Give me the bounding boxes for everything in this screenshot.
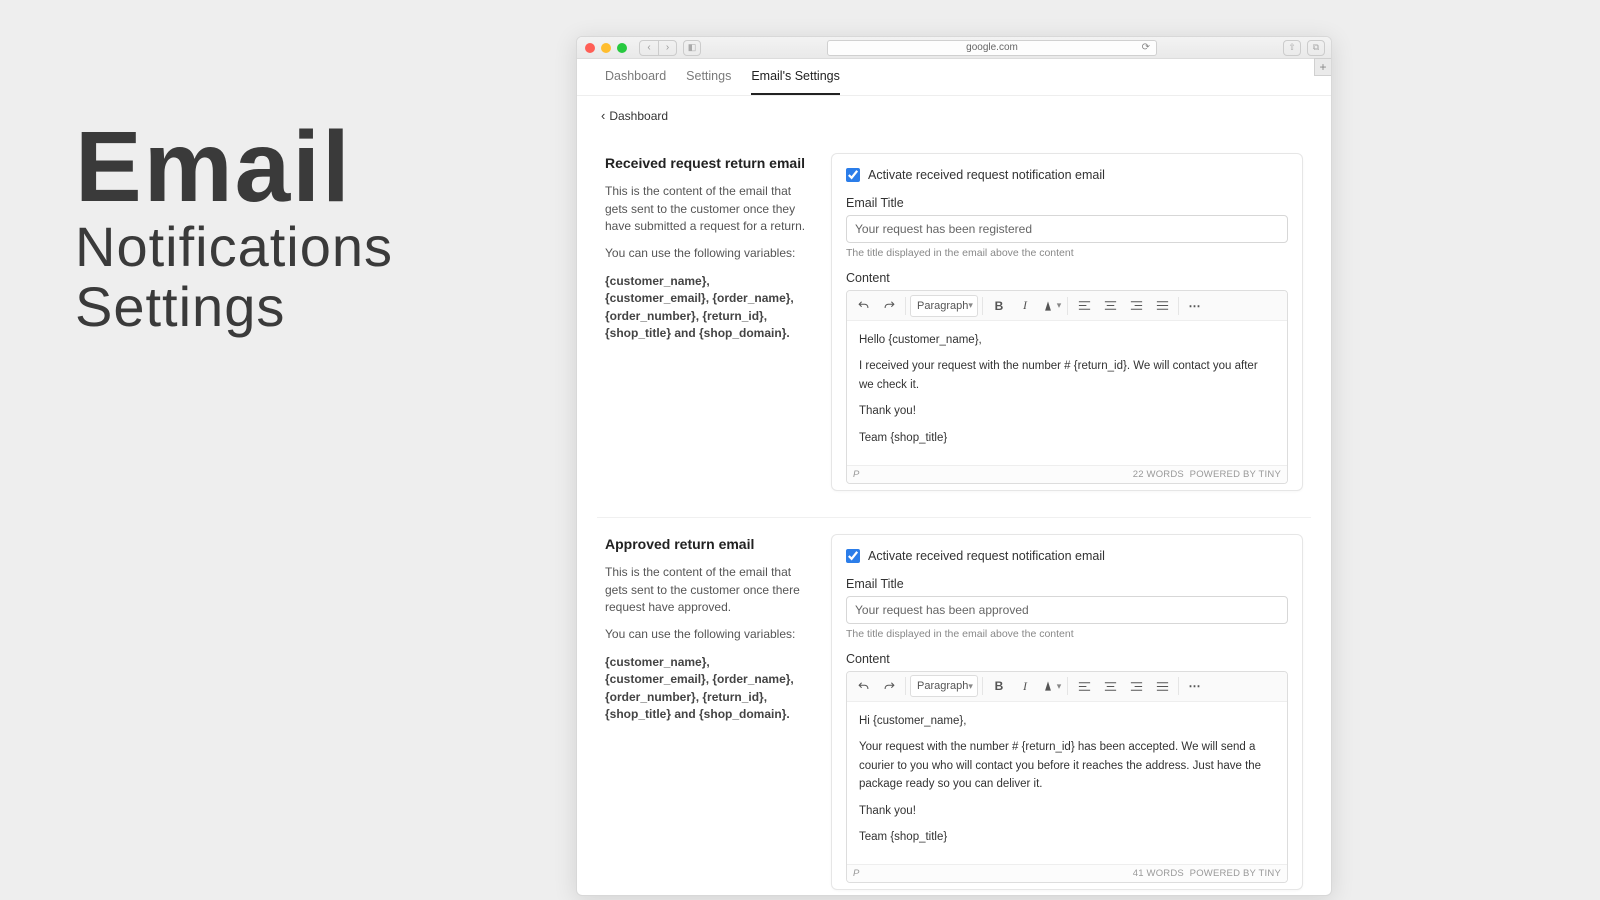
hero-line3: Settings <box>75 279 393 335</box>
new-tab-button[interactable]: + <box>1314 58 1332 76</box>
editor-line: Your request with the number # {return_i… <box>859 738 1275 793</box>
editor-line: Thank you! <box>859 802 1275 820</box>
nav-tabs: Dashboard Settings Email's Settings <box>577 59 1331 96</box>
align-right-icon[interactable] <box>1124 674 1148 698</box>
activate-checkbox[interactable] <box>846 168 860 182</box>
more-options-icon[interactable]: ⋯ <box>1183 674 1207 698</box>
editor-line: Team {shop_title} <box>859 828 1275 846</box>
italic-button[interactable]: I <box>1013 294 1037 318</box>
breadcrumb[interactable]: ‹ Dashboard <box>577 96 1331 135</box>
italic-button[interactable]: I <box>1013 674 1037 698</box>
bold-button[interactable]: B <box>987 674 1011 698</box>
url-text: google.com <box>966 42 1018 53</box>
browser-forward-button[interactable]: › <box>658 41 676 55</box>
chevron-left-icon: ‹ <box>601 108 605 123</box>
settings-section: Approved return email This is the content… <box>597 517 1311 896</box>
variables-intro: You can use the following variables: <box>605 626 811 643</box>
section-description: This is the content of the email that ge… <box>605 564 811 616</box>
align-left-icon[interactable] <box>1072 674 1096 698</box>
section-left-column: Received request return email This is the… <box>605 153 811 491</box>
email-title-hint: The title displayed in the email above t… <box>846 628 1288 640</box>
email-title-hint: The title displayed in the email above t… <box>846 247 1288 259</box>
activate-checkbox-label: Activate received request notification e… <box>868 168 1105 182</box>
variables-list: {customer_name}, {customer_email}, {orde… <box>605 273 811 343</box>
editor-toolbar: Paragraph▾ B I ▾ ⋯ <box>847 291 1287 321</box>
email-title-input[interactable] <box>846 596 1288 624</box>
text-color-button[interactable]: ▾ <box>1039 294 1063 318</box>
activate-checkbox-row[interactable]: Activate received request notification e… <box>846 549 1288 563</box>
browser-titlebar: ‹ › ◧ google.com ⟳ ⇧ ⧉ <box>577 37 1331 59</box>
settings-section: Received request return email This is the… <box>597 137 1311 507</box>
window-close-button[interactable] <box>585 43 595 53</box>
editor-line: Team {shop_title} <box>859 429 1275 447</box>
editor-status-p: P <box>853 469 859 480</box>
browser-window: ‹ › ◧ google.com ⟳ ⇧ ⧉ + Dashboard Setti… <box>576 36 1332 896</box>
section-left-column: Approved return email This is the content… <box>605 534 811 890</box>
tab-dashboard[interactable]: Dashboard <box>605 69 666 95</box>
editor-line: Hi {customer_name}, <box>859 712 1275 730</box>
hero-line1: Email <box>75 120 393 215</box>
align-center-icon[interactable] <box>1098 674 1122 698</box>
activate-checkbox-row[interactable]: Activate received request notification e… <box>846 168 1288 182</box>
editor-footer: P 41 WORDS POWERED BY TINY <box>847 864 1287 882</box>
email-title-input[interactable] <box>846 215 1288 243</box>
activate-checkbox-label: Activate received request notification e… <box>868 549 1105 563</box>
editor-line: Thank you! <box>859 402 1275 420</box>
align-right-icon[interactable] <box>1124 294 1148 318</box>
tab-emails-settings[interactable]: Email's Settings <box>751 69 840 95</box>
email-title-label: Email Title <box>846 196 1288 210</box>
align-center-icon[interactable] <box>1098 294 1122 318</box>
editor-line: I received your request with the number … <box>859 357 1275 394</box>
content-label: Content <box>846 271 1288 285</box>
redo-icon[interactable] <box>877 674 901 698</box>
undo-icon[interactable] <box>851 674 875 698</box>
section-description: This is the content of the email that ge… <box>605 183 811 235</box>
bold-button[interactable]: B <box>987 294 1011 318</box>
content-label: Content <box>846 652 1288 666</box>
section-right-panel: Activate received request notification e… <box>831 534 1303 890</box>
tabs-icon[interactable]: ⧉ <box>1307 40 1325 56</box>
reload-icon[interactable]: ⟳ <box>1142 42 1150 53</box>
paragraph-style-select[interactable]: Paragraph▾ <box>910 295 978 317</box>
activate-checkbox[interactable] <box>846 549 860 563</box>
editor-status-p: P <box>853 868 859 879</box>
editor-content[interactable]: Hi {customer_name}, Your request with the… <box>847 702 1287 864</box>
share-icon[interactable]: ⇧ <box>1283 40 1301 56</box>
window-maximize-button[interactable] <box>617 43 627 53</box>
editor-toolbar: Paragraph▾ B I ▾ ⋯ <box>847 672 1287 702</box>
sidebar-toggle-icon[interactable]: ◧ <box>683 40 701 56</box>
breadcrumb-label: Dashboard <box>609 109 668 123</box>
more-options-icon[interactable]: ⋯ <box>1183 294 1207 318</box>
section-right-panel: Activate received request notification e… <box>831 153 1303 491</box>
editor-status-right: 41 WORDS POWERED BY TINY <box>1133 868 1281 879</box>
editor-line: Hello {customer_name}, <box>859 331 1275 349</box>
browser-back-button[interactable]: ‹ <box>640 41 658 55</box>
address-bar[interactable]: google.com ⟳ <box>827 40 1157 56</box>
variables-list: {customer_name}, {customer_email}, {orde… <box>605 654 811 724</box>
section-heading: Approved return email <box>605 534 811 554</box>
email-title-label: Email Title <box>846 577 1288 591</box>
window-minimize-button[interactable] <box>601 43 611 53</box>
align-justify-icon[interactable] <box>1150 294 1174 318</box>
editor-footer: P 22 WORDS POWERED BY TINY <box>847 465 1287 483</box>
rich-text-editor: Paragraph▾ B I ▾ ⋯ Hello {customer_name}… <box>846 290 1288 484</box>
section-heading: Received request return email <box>605 153 811 173</box>
variables-intro: You can use the following variables: <box>605 245 811 262</box>
rich-text-editor: Paragraph▾ B I ▾ ⋯ Hi {customer_name}, Yo… <box>846 671 1288 883</box>
hero-title: Email Notifications Settings <box>75 120 393 335</box>
align-justify-icon[interactable] <box>1150 674 1174 698</box>
paragraph-style-select[interactable]: Paragraph▾ <box>910 675 978 697</box>
redo-icon[interactable] <box>877 294 901 318</box>
editor-content[interactable]: Hello {customer_name}, I received your re… <box>847 321 1287 465</box>
undo-icon[interactable] <box>851 294 875 318</box>
hero-line2: Notifications <box>75 219 393 275</box>
tab-settings[interactable]: Settings <box>686 69 731 95</box>
text-color-button[interactable]: ▾ <box>1039 674 1063 698</box>
align-left-icon[interactable] <box>1072 294 1096 318</box>
editor-status-right: 22 WORDS POWERED BY TINY <box>1133 469 1281 480</box>
